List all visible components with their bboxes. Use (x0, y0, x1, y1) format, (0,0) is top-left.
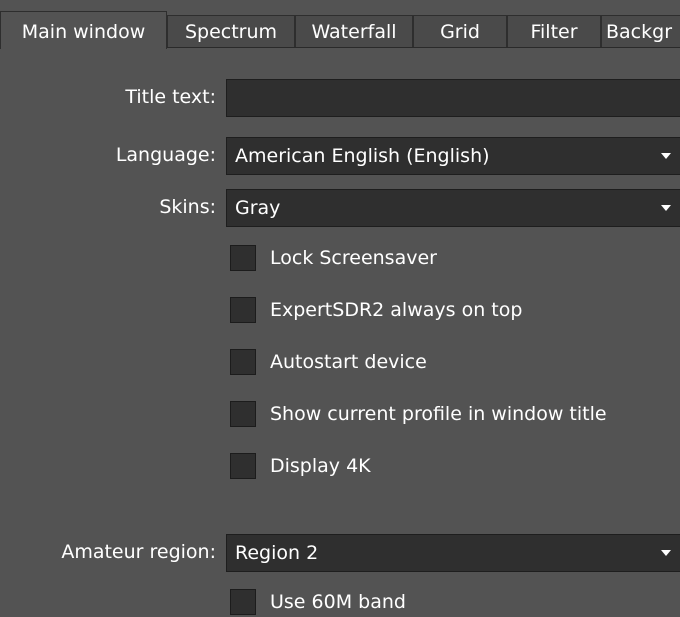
autostart-device-checkbox[interactable] (230, 349, 256, 375)
display-4k-label: Display 4K (270, 455, 371, 477)
show-profile-label: Show current profile in window title (270, 403, 607, 425)
autostart-device-label: Autostart device (270, 351, 427, 373)
language-value: American English (English) (235, 145, 490, 167)
lock-screensaver-label: Lock Screensaver (270, 247, 437, 269)
amateur-region-value: Region 2 (235, 542, 319, 564)
tab-grid[interactable]: Grid (413, 15, 507, 48)
chevron-down-icon (661, 205, 671, 211)
tab-waterfall[interactable]: Waterfall (295, 15, 413, 48)
title-text-input[interactable] (226, 79, 680, 117)
tab-background[interactable]: Backgr (601, 15, 680, 48)
title-text-label: Title text: (125, 86, 216, 108)
display-4k-checkbox[interactable] (230, 453, 256, 479)
tab-bar: Main window Spectrum Waterfall Grid Filt… (0, 0, 680, 49)
lock-screensaver-checkbox[interactable] (230, 245, 256, 271)
skins-value: Gray (235, 197, 281, 219)
always-on-top-label: ExpertSDR2 always on top (270, 299, 523, 321)
always-on-top-checkbox[interactable] (230, 297, 256, 323)
tab-spectrum[interactable]: Spectrum (167, 15, 295, 48)
amateur-region-label: Amateur region: (61, 541, 216, 563)
skins-label: Skins: (159, 196, 216, 218)
chevron-down-icon (661, 153, 671, 159)
tab-main-window[interactable]: Main window (0, 11, 167, 49)
tab-filter[interactable]: Filter (507, 15, 601, 48)
language-select[interactable]: American English (English) (226, 137, 680, 175)
skins-select[interactable]: Gray (226, 189, 680, 227)
show-profile-checkbox[interactable] (230, 401, 256, 427)
amateur-region-select[interactable]: Region 2 (226, 534, 680, 572)
language-label: Language: (115, 144, 216, 166)
chevron-down-icon (661, 550, 671, 556)
use-60m-checkbox[interactable] (230, 589, 256, 615)
use-60m-label: Use 60M band (270, 591, 406, 613)
